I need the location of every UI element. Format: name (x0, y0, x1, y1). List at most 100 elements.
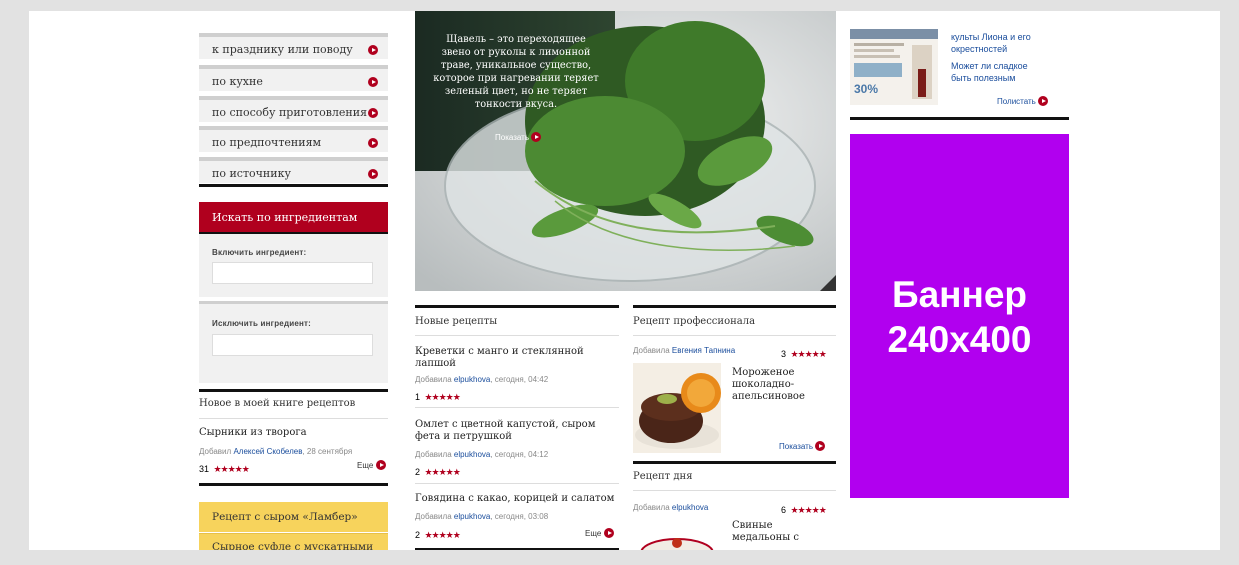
divider (633, 490, 836, 491)
added-prefix: Добавил (199, 447, 232, 456)
category-item-preferences[interactable]: по предпочтениям (199, 126, 388, 152)
author-link[interactable]: elpukhova (672, 503, 708, 512)
my-book-title: Новое в моей книге рецептов (199, 398, 356, 409)
rating-count: 3 (781, 349, 787, 359)
time: , сегодня, 04:42 (490, 375, 549, 384)
arrow-right-icon (368, 138, 378, 148)
rating-count: 2 (415, 530, 421, 540)
day-recipe-rating: 6 ★★★★★ (781, 500, 827, 518)
ingredient-search-header[interactable]: Искать по ингредиентам (199, 202, 388, 232)
added-prefix: Добавила (415, 375, 452, 384)
divider (199, 483, 388, 486)
category-label: по источнику (212, 167, 291, 180)
divider (415, 305, 619, 308)
author-link[interactable]: Евгения Тапнина (672, 346, 735, 355)
divider (415, 548, 619, 550)
magazine-line[interactable]: культы Лиона и его (951, 31, 1031, 43)
day-recipe-meta: Добавила elpukhova (633, 503, 708, 512)
pro-recipe-show-link[interactable]: Показать (779, 441, 826, 452)
hero-text: Щавель – это переходящее звено от руколы… (433, 34, 599, 110)
magazine-line[interactable]: окрестностей (951, 43, 1031, 55)
my-book-rating: 31 ★★★★★ (199, 459, 250, 477)
pro-recipe-meta: Добавила Евгения Тапнина (633, 346, 735, 355)
recipe-title[interactable]: Говядина с какао, корицей и салатом (415, 493, 625, 505)
ad-banner[interactable]: Баннер 240x400 (850, 134, 1069, 498)
recipe-meta: Добавила elpukhova, сегодня, 04:12 (415, 450, 548, 459)
divider (633, 305, 836, 308)
category-label: к празднику или поводу (212, 43, 353, 56)
divider (633, 461, 836, 464)
include-ingredient-box: Включить ингредиент: (199, 234, 388, 297)
pro-recipe-title: Рецепт профессионала (633, 316, 756, 327)
divider (199, 184, 388, 187)
author-link[interactable]: elpukhova (454, 375, 490, 384)
added-prefix: Добавила (415, 450, 452, 459)
category-label: по способу приготовления (212, 106, 368, 119)
rating-stars: ★★★★★ (424, 467, 460, 477)
exclude-ingredient-label: Исключить ингредиент: (212, 319, 312, 328)
category-item-cuisine[interactable]: по кухне (199, 65, 388, 91)
magazine-line[interactable]: быть полезным (951, 72, 1031, 84)
rating-stars: ★★★★★ (790, 349, 826, 359)
divider (199, 389, 388, 392)
exclude-ingredient-input[interactable] (212, 334, 373, 356)
more-label: Еще (357, 461, 374, 471)
arrow-right-icon (603, 528, 614, 538)
arrow-right-icon (368, 45, 378, 55)
category-item-holiday[interactable]: к празднику или поводу (199, 33, 388, 59)
recipe-meta: Добавила elpukhova, сегодня, 03:08 (415, 512, 548, 521)
author-link[interactable]: elpukhova (454, 512, 490, 521)
arrow-right-icon (815, 441, 826, 451)
arrow-right-icon (368, 77, 378, 87)
author-link[interactable]: Алексей Скобелев (233, 447, 302, 456)
category-label: по кухне (212, 75, 263, 88)
recipe-title[interactable]: Омлет с цветной капустой, сыром фета и п… (415, 419, 619, 443)
rating-stars: ★★★★★ (424, 392, 460, 402)
magazine-read-link[interactable]: Полистать (997, 96, 1049, 107)
day-recipe-photo[interactable] (633, 531, 721, 550)
more-label: Еще (585, 529, 602, 539)
recipe-meta: Добавила elpukhova, сегодня, 04:42 (415, 375, 548, 384)
magazine-text: культы Лиона и его окрестностей Может ли… (951, 31, 1031, 84)
arrow-right-icon (1038, 96, 1049, 106)
recipe-rating: 1 ★★★★★ (415, 387, 461, 405)
divider (415, 335, 619, 336)
day-recipe-name[interactable]: Свиные медальоны с (732, 520, 827, 544)
recipe-rating: 2 ★★★★★ (415, 525, 461, 543)
read-label: Полистать (997, 97, 1036, 107)
arrow-right-icon (531, 132, 542, 142)
include-ingredient-input[interactable] (212, 262, 373, 284)
recipe-title[interactable]: Креветки с манго и стеклянной лапшой (415, 346, 615, 370)
new-recipes-title: Новые рецепты (415, 316, 498, 327)
hero-image[interactable]: Щавель – это переходящее звено от руколы… (415, 11, 836, 291)
added-prefix: Добавила (633, 346, 670, 355)
day-recipe-title: Рецепт дня (633, 471, 693, 482)
promo-item[interactable]: Сырное суфле с мускатными (199, 533, 388, 550)
pro-recipe-name[interactable]: Мороженое шоколадно-апельсиновое (732, 367, 827, 403)
magazine-cover[interactable]: 30% (850, 29, 938, 105)
rating-count: 2 (415, 467, 421, 477)
time: , сегодня, 04:12 (490, 450, 549, 459)
divider (415, 407, 619, 408)
author-link[interactable]: elpukhova (454, 450, 490, 459)
category-item-method[interactable]: по способу приготовления (199, 96, 388, 122)
hero-show-link[interactable]: Показать (495, 132, 542, 143)
rating-count: 1 (415, 392, 421, 402)
rating-stars: ★★★★★ (213, 464, 249, 474)
new-recipes-more-link[interactable]: Еще (585, 528, 614, 539)
banner-line: 240x400 (887, 319, 1032, 360)
my-book-more-link[interactable]: Еще (357, 460, 386, 471)
my-book-recipe-title[interactable]: Сырники из творога (199, 427, 307, 438)
banner-line: Баннер (891, 274, 1028, 315)
rating-count: 6 (781, 505, 787, 515)
exclude-ingredient-box: Исключить ингредиент: (199, 301, 388, 383)
pro-recipe-photo[interactable] (633, 363, 721, 453)
arrow-right-icon (368, 108, 378, 118)
magazine-line[interactable]: Может ли сладкое (951, 60, 1031, 72)
category-item-source[interactable]: по источнику (199, 157, 388, 183)
my-book-meta: Добавил Алексей Скобелев, 28 сентября (199, 447, 352, 456)
magazine-badge: 30% (854, 82, 878, 96)
promo-item[interactable]: Рецепт с сыром «Ламбер» (199, 502, 388, 532)
divider (850, 117, 1069, 120)
divider (199, 418, 388, 419)
